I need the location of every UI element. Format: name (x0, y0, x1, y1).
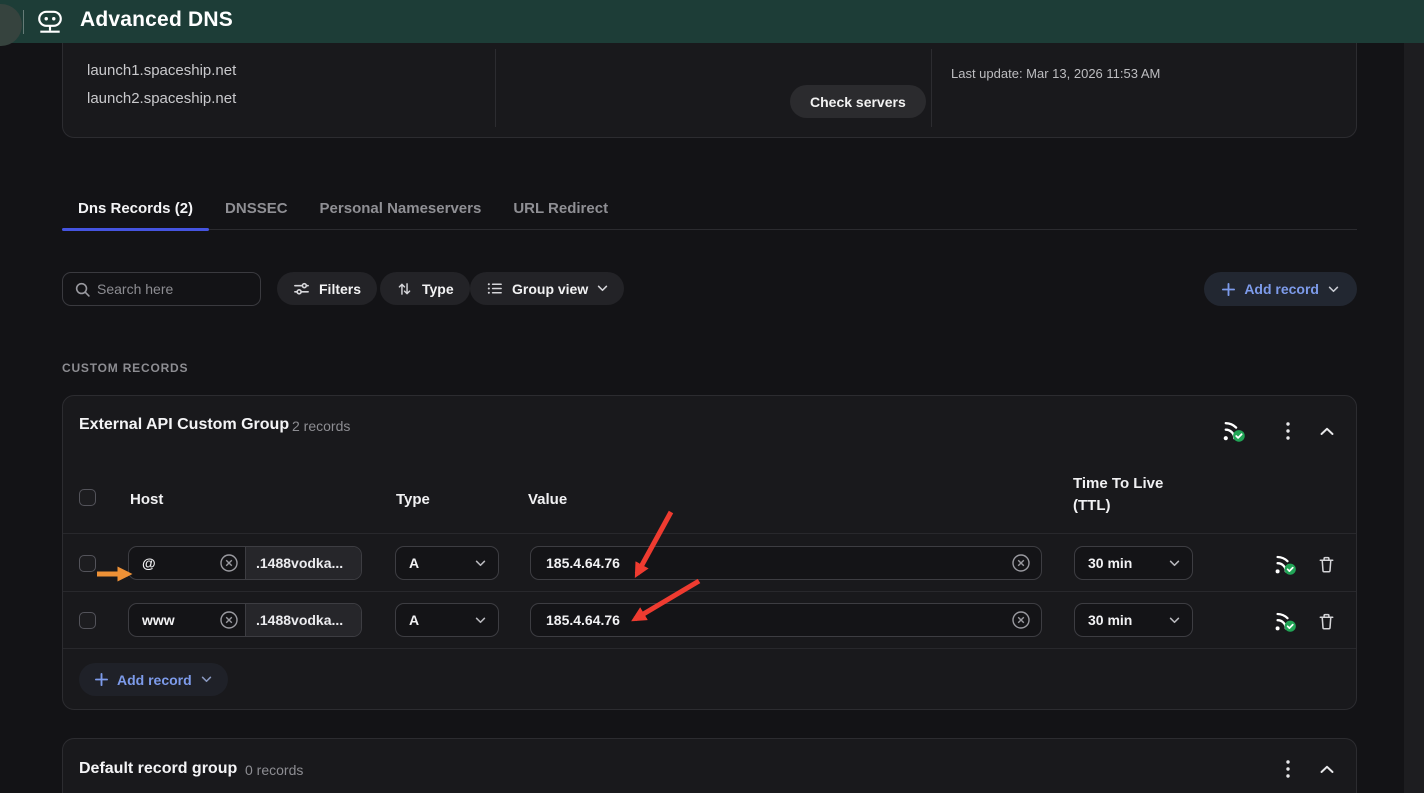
ttl-select[interactable]: 30 min (1074, 603, 1193, 637)
record-row-2: .1488vodka... A 30 min (63, 592, 1356, 649)
column-header-type: Type (396, 491, 430, 508)
chevron-down-icon (1169, 617, 1180, 624)
column-header-host: Host (130, 491, 163, 508)
host-domain-suffix: .1488vodka... (245, 547, 361, 579)
group-title: Default record group (79, 760, 237, 778)
add-record-label: Add record (1244, 281, 1319, 297)
column-header-value: Value (528, 491, 567, 508)
type-select[interactable]: A (395, 546, 499, 580)
group-view-label: Group view (512, 281, 588, 297)
tab-url-redirect[interactable]: URL Redirect (497, 196, 624, 229)
page-title: Advanced DNS (80, 8, 233, 32)
app-header: Advanced DNS (0, 0, 1424, 43)
scrollbar[interactable] (1404, 43, 1424, 793)
tab-personal-nameservers[interactable]: Personal Nameservers (304, 196, 498, 229)
card-divider (495, 49, 496, 127)
plus-icon (95, 673, 108, 686)
sort-arrows-icon (396, 281, 413, 297)
chevron-down-icon (475, 617, 486, 624)
check-servers-button[interactable]: Check servers (790, 85, 926, 118)
value-input[interactable] (531, 547, 1011, 579)
clear-value-icon[interactable] (1011, 610, 1031, 630)
tab-dns-records[interactable]: Dns Records (2) (62, 196, 209, 229)
chevron-down-icon (201, 676, 212, 683)
last-update-text: Last update: Mar 13, 2026 11:53 AM (951, 66, 1160, 81)
record-group-default: Default record group 0 records (62, 738, 1357, 793)
chevron-down-icon (1169, 560, 1180, 567)
host-domain-suffix: .1488vodka... (245, 604, 361, 636)
host-field-group: .1488vodka... (128, 546, 362, 580)
column-header-ttl: Time To Live (TTL) (1073, 473, 1173, 517)
corner-circle-button[interactable] (0, 4, 22, 46)
ttl-select[interactable]: 30 min (1074, 546, 1193, 580)
record-propagation-status-icon[interactable] (1272, 551, 1298, 577)
clear-host-icon[interactable] (219, 610, 239, 630)
header-divider (23, 10, 24, 34)
filters-label: Filters (319, 281, 361, 297)
value-field (530, 546, 1042, 580)
custom-records-section-label: CUSTOM RECORDS (62, 361, 188, 375)
tab-bar: Dns Records (2) DNSSEC Personal Nameserv… (62, 196, 1357, 230)
record-propagation-status-icon[interactable] (1272, 608, 1298, 634)
select-all-checkbox[interactable] (79, 489, 96, 506)
host-field-group: .1488vodka... (128, 603, 362, 637)
plus-icon (1222, 283, 1235, 296)
add-record-button-group[interactable]: Add record (79, 663, 228, 696)
group-view-button[interactable]: Group view (470, 272, 624, 305)
add-record-button-top[interactable]: Add record (1204, 272, 1357, 306)
nameserver-item-1: launch1.spaceship.net (87, 62, 236, 79)
search-box (62, 272, 261, 306)
group-menu-kebab-icon[interactable] (1274, 417, 1302, 445)
group-menu-kebab-icon[interactable] (1274, 755, 1302, 783)
tab-dnssec[interactable]: DNSSEC (209, 196, 304, 229)
group-collapse-chevron-up-icon[interactable] (1313, 755, 1341, 783)
row-checkbox[interactable] (79, 555, 96, 572)
clear-host-icon[interactable] (219, 553, 239, 573)
type-select[interactable]: A (395, 603, 499, 637)
list-icon (486, 280, 503, 297)
value-field (530, 603, 1042, 637)
group-propagation-status-icon[interactable] (1219, 416, 1247, 444)
group-title: External API Custom Group (79, 416, 289, 434)
ttl-select-value: 30 min (1088, 612, 1132, 628)
type-sort-label: Type (422, 281, 454, 297)
group-collapse-chevron-up-icon[interactable] (1313, 417, 1341, 445)
type-select-value: A (409, 555, 419, 571)
nameserver-item-2: launch2.spaceship.net (87, 90, 236, 107)
ttl-select-value: 30 min (1088, 555, 1132, 571)
record-row-1: .1488vodka... A 30 min (63, 534, 1356, 592)
delete-record-trash-icon[interactable] (1313, 551, 1339, 577)
sliders-icon (293, 280, 310, 297)
value-input[interactable] (531, 604, 1011, 636)
advanced-dns-icon (36, 9, 64, 35)
group-record-count: 0 records (245, 762, 303, 778)
search-input[interactable] (97, 273, 255, 305)
row-checkbox[interactable] (79, 612, 96, 629)
chevron-down-icon (1328, 286, 1339, 293)
add-record-label: Add record (117, 672, 192, 688)
search-icon (74, 281, 91, 298)
filters-button[interactable]: Filters (277, 272, 377, 305)
advanced-dns-page: Advanced DNS launch1.spaceship.net launc… (0, 0, 1424, 793)
delete-record-trash-icon[interactable] (1313, 608, 1339, 634)
group-record-count: 2 records (292, 418, 350, 434)
card-divider (931, 49, 932, 127)
type-select-value: A (409, 612, 419, 628)
type-sort-button[interactable]: Type (380, 272, 470, 305)
chevron-down-icon (475, 560, 486, 567)
record-group-external-api: External API Custom Group 2 records Host… (62, 395, 1357, 710)
chevron-down-icon (597, 285, 608, 292)
clear-value-icon[interactable] (1011, 553, 1031, 573)
nameservers-card: launch1.spaceship.net launch2.spaceship.… (62, 43, 1357, 138)
